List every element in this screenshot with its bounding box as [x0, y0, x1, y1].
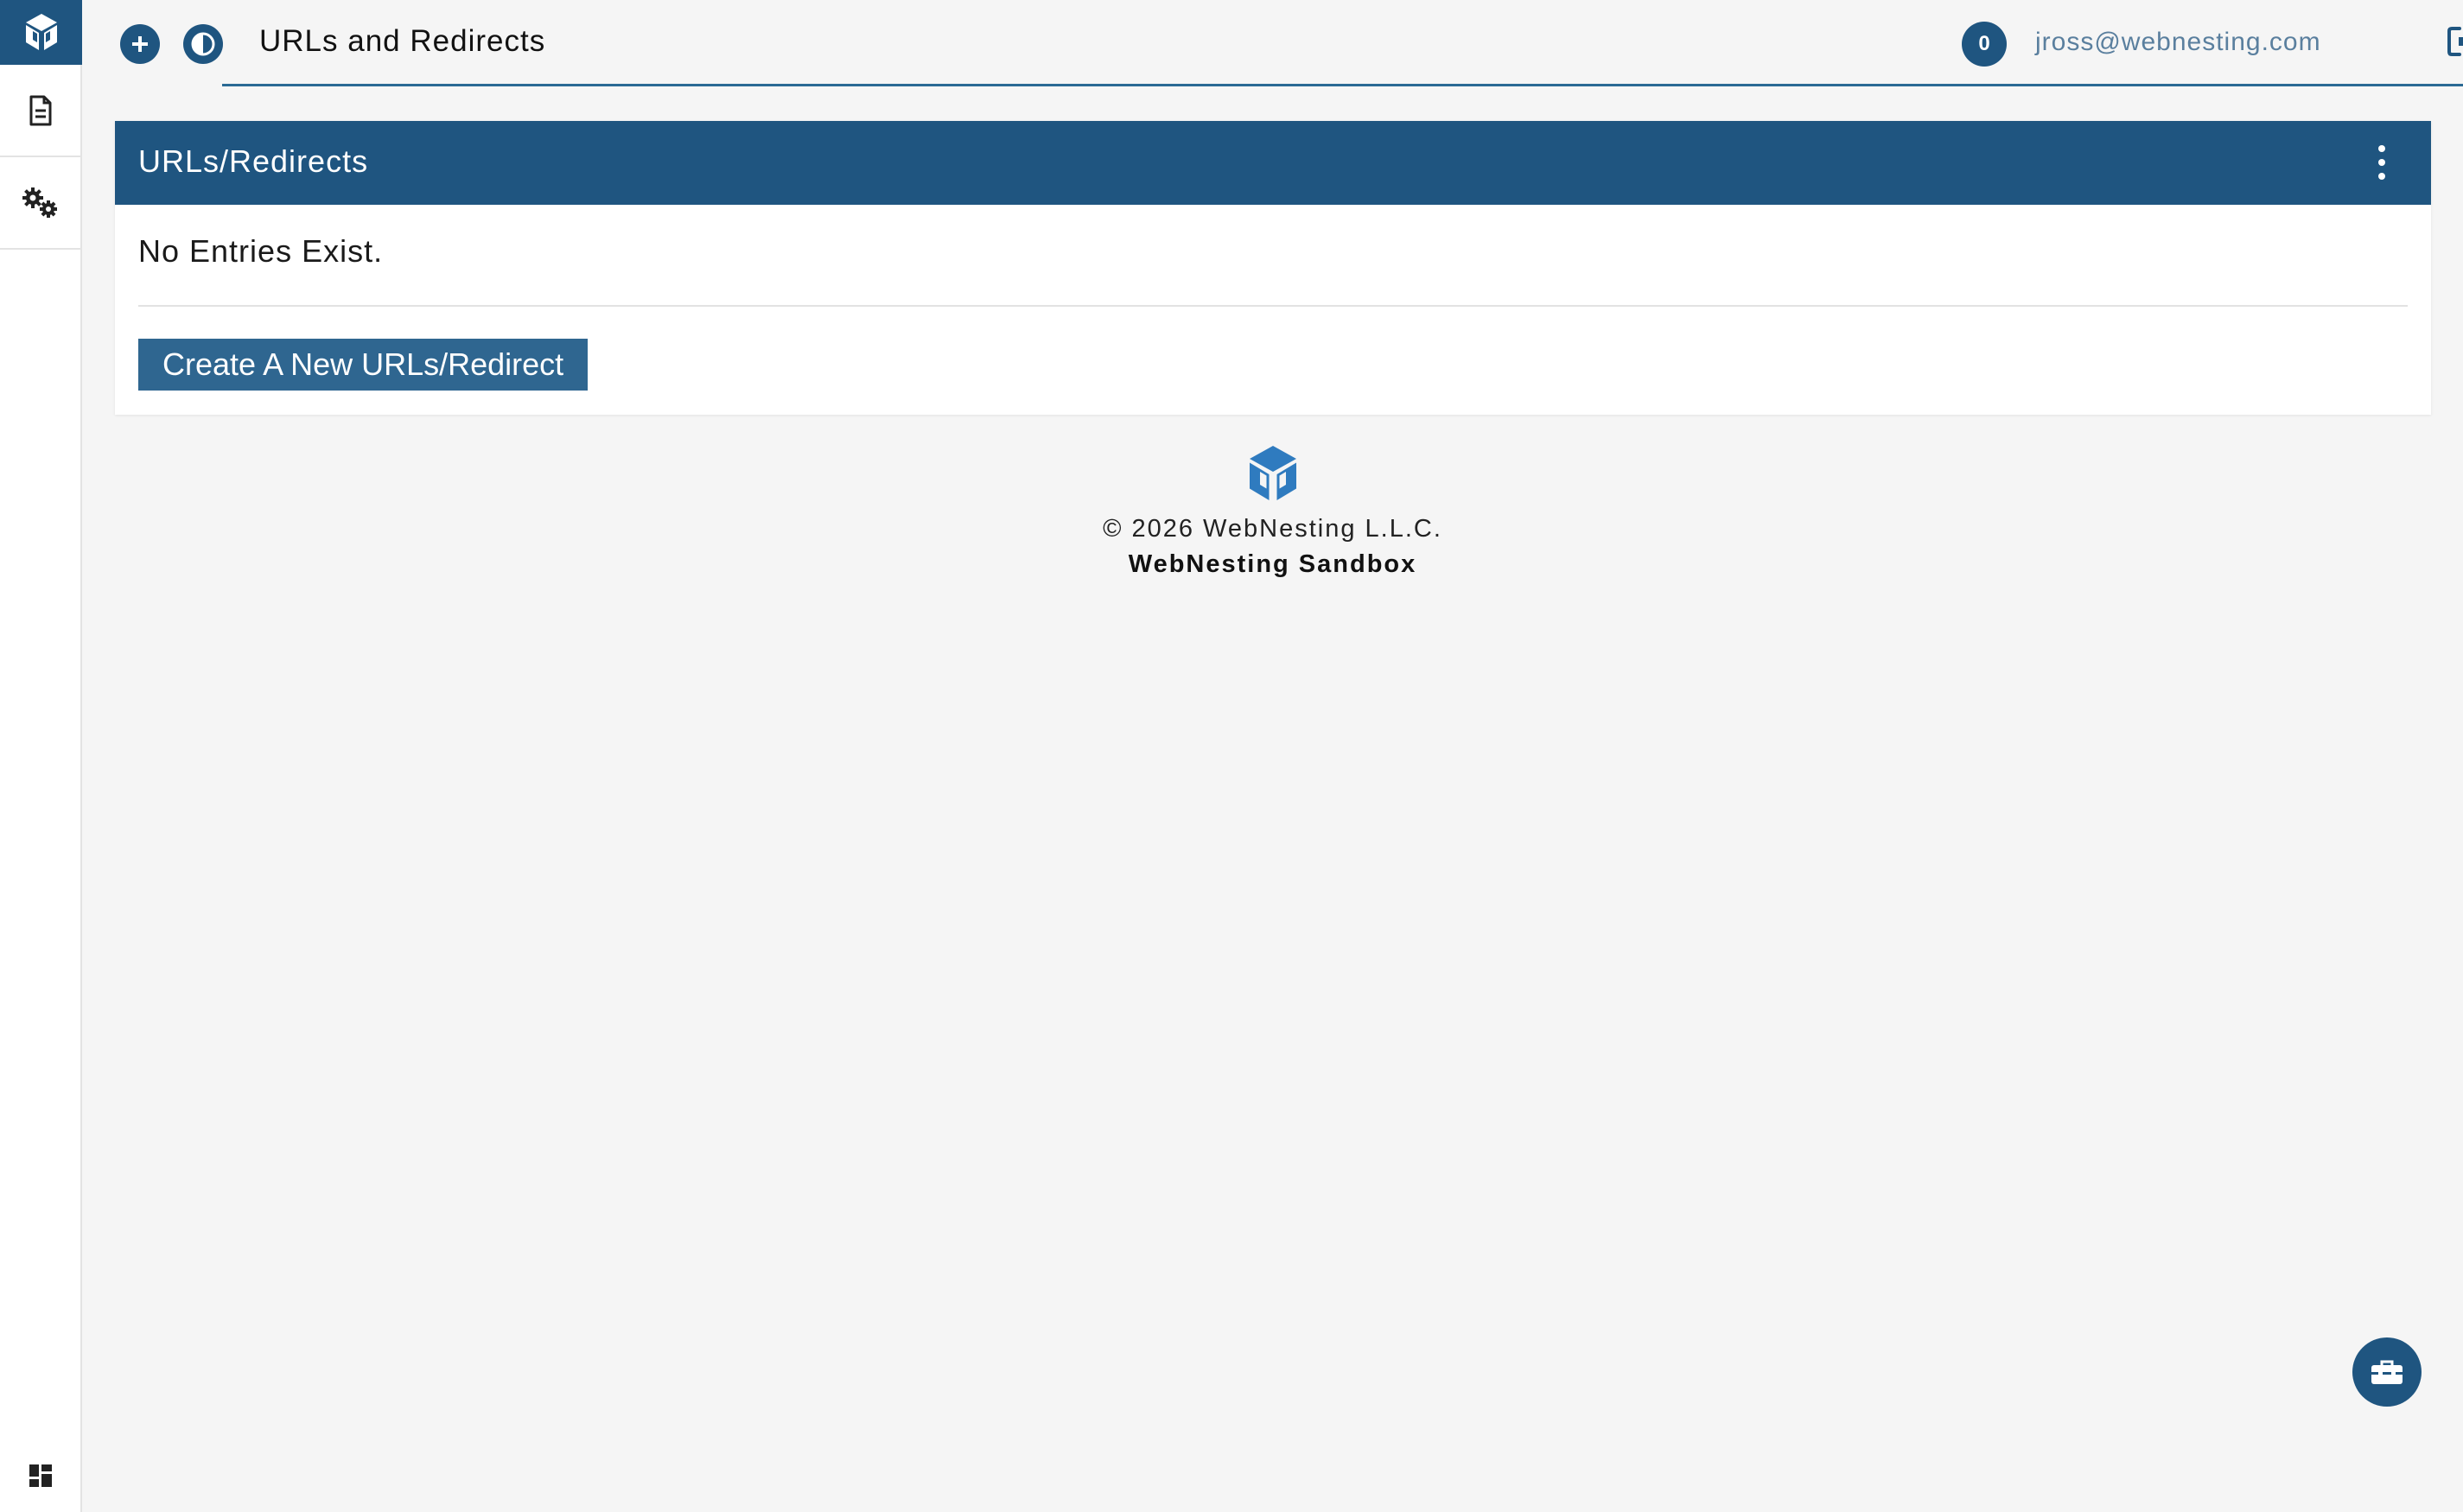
footer-logo [82, 442, 2463, 506]
gears-icon [22, 187, 57, 218]
panel-header: URLs/Redirects [115, 121, 2431, 205]
theme-toggle-button[interactable] [183, 24, 223, 64]
empty-state-message: No Entries Exist. [138, 233, 384, 269]
sidebar-item-pages[interactable] [0, 65, 80, 157]
sign-out-icon [2447, 27, 2463, 56]
footer-copyright: © 2026 WebNesting L.L.C. [1103, 515, 1442, 543]
header-underline [222, 84, 2463, 86]
notification-badge[interactable]: 0 [1962, 22, 2007, 67]
urls-redirects-panel: URLs/Redirects No Entries Exist. Create … [115, 121, 2431, 415]
vertical-ellipsis-icon[interactable] [2376, 145, 2388, 180]
dashboard-grid-icon [29, 1464, 52, 1487]
webnesting-cube-logo-icon [25, 13, 57, 50]
panel-title: URLs/Redirects [138, 143, 369, 179]
toolbox-button[interactable] [2352, 1337, 2422, 1407]
top-bar: URLs and Redirects 0 jross@webnesting.co… [82, 0, 2463, 86]
sidebar [0, 0, 82, 1512]
footer: © 2026 WebNesting L.L.C. WebNesting Sand… [82, 442, 2463, 579]
plus-circle-icon [132, 36, 148, 52]
sidebar-logo[interactable] [0, 0, 82, 65]
contrast-icon [191, 32, 215, 56]
footer-site-name: WebNesting Sandbox [1128, 550, 1417, 578]
create-redirect-button[interactable]: Create A New URLs/Redirect [138, 339, 589, 391]
add-button[interactable] [120, 24, 160, 64]
user-email[interactable]: jross@webnesting.com [2035, 28, 2321, 57]
dashboard-toggle[interactable] [0, 1464, 80, 1488]
panel-divider [138, 305, 2408, 307]
logout-button[interactable] [2446, 24, 2463, 63]
sidebar-item-settings[interactable] [0, 157, 80, 250]
webnesting-cube-logo-icon [1249, 446, 1296, 500]
page-title: URLs and Redirects [259, 24, 546, 58]
toolbox-icon [2371, 1360, 2403, 1384]
document-icon [29, 95, 51, 125]
